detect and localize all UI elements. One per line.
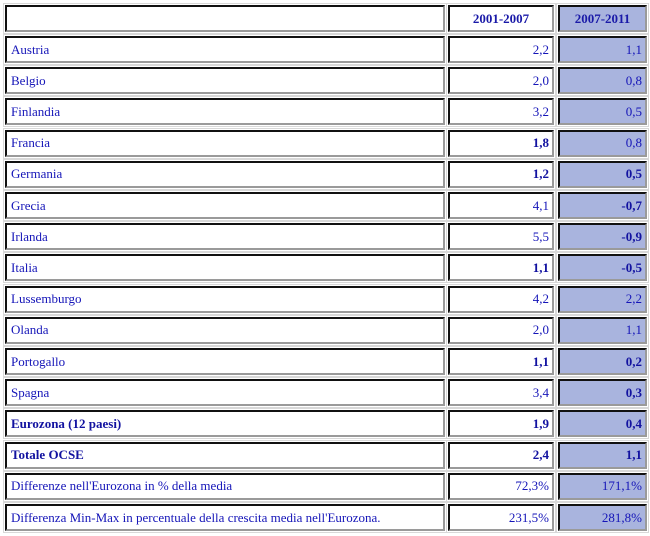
value-2007-2011-cell: 2,2 xyxy=(556,283,649,315)
value-2007-2011-cell: 0,5 xyxy=(556,158,649,190)
value-2001-2007-cell: 2,0 xyxy=(446,65,556,97)
value-2001-2007-cell: 2,0 xyxy=(446,314,556,346)
table-row: Differenze nell'Eurozona in % della medi… xyxy=(0,470,650,502)
row-label-cell: Differenze nell'Eurozona in % della medi… xyxy=(3,470,447,502)
row-label-cell: Germania xyxy=(3,158,447,190)
value-2001-2007-cell: 1,1 xyxy=(446,252,556,284)
table-row: Spagna 3,4 0,3 xyxy=(0,377,650,409)
value-2001-2007-cell: 72,3% xyxy=(446,470,556,502)
table-row: Austria 2,2 1,1 xyxy=(0,34,650,65)
value-2001-2007-cell: 3,4 xyxy=(446,377,556,409)
row-label-cell: Portogallo xyxy=(3,346,447,377)
value-2007-2011-cell: 1,1 xyxy=(556,439,649,471)
table-row: Belgio 2,0 0,8 xyxy=(0,65,650,97)
header-label-cell xyxy=(3,3,447,34)
table-header-row: 2001-2007 2007-2011 xyxy=(0,3,650,34)
row-label-cell: Austria xyxy=(3,34,447,65)
value-2007-2011-cell: -0,9 xyxy=(556,221,649,253)
value-2007-2011-cell: 0,5 xyxy=(556,96,649,128)
value-2001-2007-cell: 4,2 xyxy=(446,283,556,315)
value-2001-2007-cell: 2,2 xyxy=(446,34,556,65)
value-2007-2011-cell: 0,8 xyxy=(556,65,649,97)
value-2001-2007-cell: 2,4 xyxy=(446,439,556,471)
row-label-cell: Eurozona (12 paesi) xyxy=(3,408,447,440)
table-row: Olanda 2,0 1,1 xyxy=(0,314,650,346)
header-col-2001-2007: 2001-2007 xyxy=(446,3,556,34)
value-2007-2011-cell: -0,5 xyxy=(556,252,649,284)
value-2001-2007-cell: 4,1 xyxy=(446,190,556,221)
growth-table: 2001-2007 2007-2011 Austria 2,2 1,1 Belgio 2… xyxy=(0,0,650,536)
value-2007-2011-cell: 0,4 xyxy=(556,408,649,440)
row-label-cell: Irlanda xyxy=(3,221,447,253)
table-row: Eurozona (12 paesi) 1,9 0,4 xyxy=(0,408,650,440)
value-2001-2007-cell: 1,2 xyxy=(446,158,556,190)
table-row: Differenza Min-Max in percentuale della … xyxy=(0,502,650,533)
table-row: Francia 1,8 0,8 xyxy=(0,127,650,159)
row-label-cell: Totale OCSE xyxy=(3,439,447,471)
value-2007-2011-cell: 0,8 xyxy=(556,127,649,159)
value-2001-2007-cell: 1,9 xyxy=(446,408,556,440)
table-row: Irlanda 5,5 -0,9 xyxy=(0,221,650,253)
value-2001-2007-cell: 1,1 xyxy=(446,346,556,377)
value-2007-2011-cell: 1,1 xyxy=(556,34,649,65)
header-col-2007-2011: 2007-2011 xyxy=(556,3,649,34)
table-row: Portogallo 1,1 0,2 xyxy=(0,346,650,377)
value-2001-2007-cell: 1,8 xyxy=(446,127,556,159)
row-label-cell: Differenza Min-Max in percentuale della … xyxy=(3,502,447,533)
value-2007-2011-cell: 1,1 xyxy=(556,314,649,346)
row-label-cell: Grecia xyxy=(3,190,447,221)
value-2007-2011-cell: 281,8% xyxy=(556,502,649,533)
value-2007-2011-cell: 171,1% xyxy=(556,470,649,502)
table-row: Finlandia 3,2 0,5 xyxy=(0,96,650,128)
value-2001-2007-cell: 231,5% xyxy=(446,502,556,533)
row-label-cell: Francia xyxy=(3,127,447,159)
row-label-cell: Lussemburgo xyxy=(3,283,447,315)
table-row: Italia 1,1 -0,5 xyxy=(0,252,650,284)
table-row: Grecia 4,1 -0,7 xyxy=(0,190,650,221)
value-2001-2007-cell: 3,2 xyxy=(446,96,556,128)
value-2007-2011-cell: -0,7 xyxy=(556,190,649,221)
value-2001-2007-cell: 5,5 xyxy=(446,221,556,253)
row-label-cell: Belgio xyxy=(3,65,447,97)
table-row: Germania 1,2 0,5 xyxy=(0,158,650,190)
row-label-cell: Finlandia xyxy=(3,96,447,128)
value-2007-2011-cell: 0,3 xyxy=(556,377,649,409)
row-label-cell: Spagna xyxy=(3,377,447,409)
table-row: Lussemburgo 4,2 2,2 xyxy=(0,283,650,315)
table-row: Totale OCSE 2,4 1,1 xyxy=(0,439,650,471)
row-label-cell: Italia xyxy=(3,252,447,284)
row-label-cell: Olanda xyxy=(3,314,447,346)
value-2007-2011-cell: 0,2 xyxy=(556,346,649,377)
